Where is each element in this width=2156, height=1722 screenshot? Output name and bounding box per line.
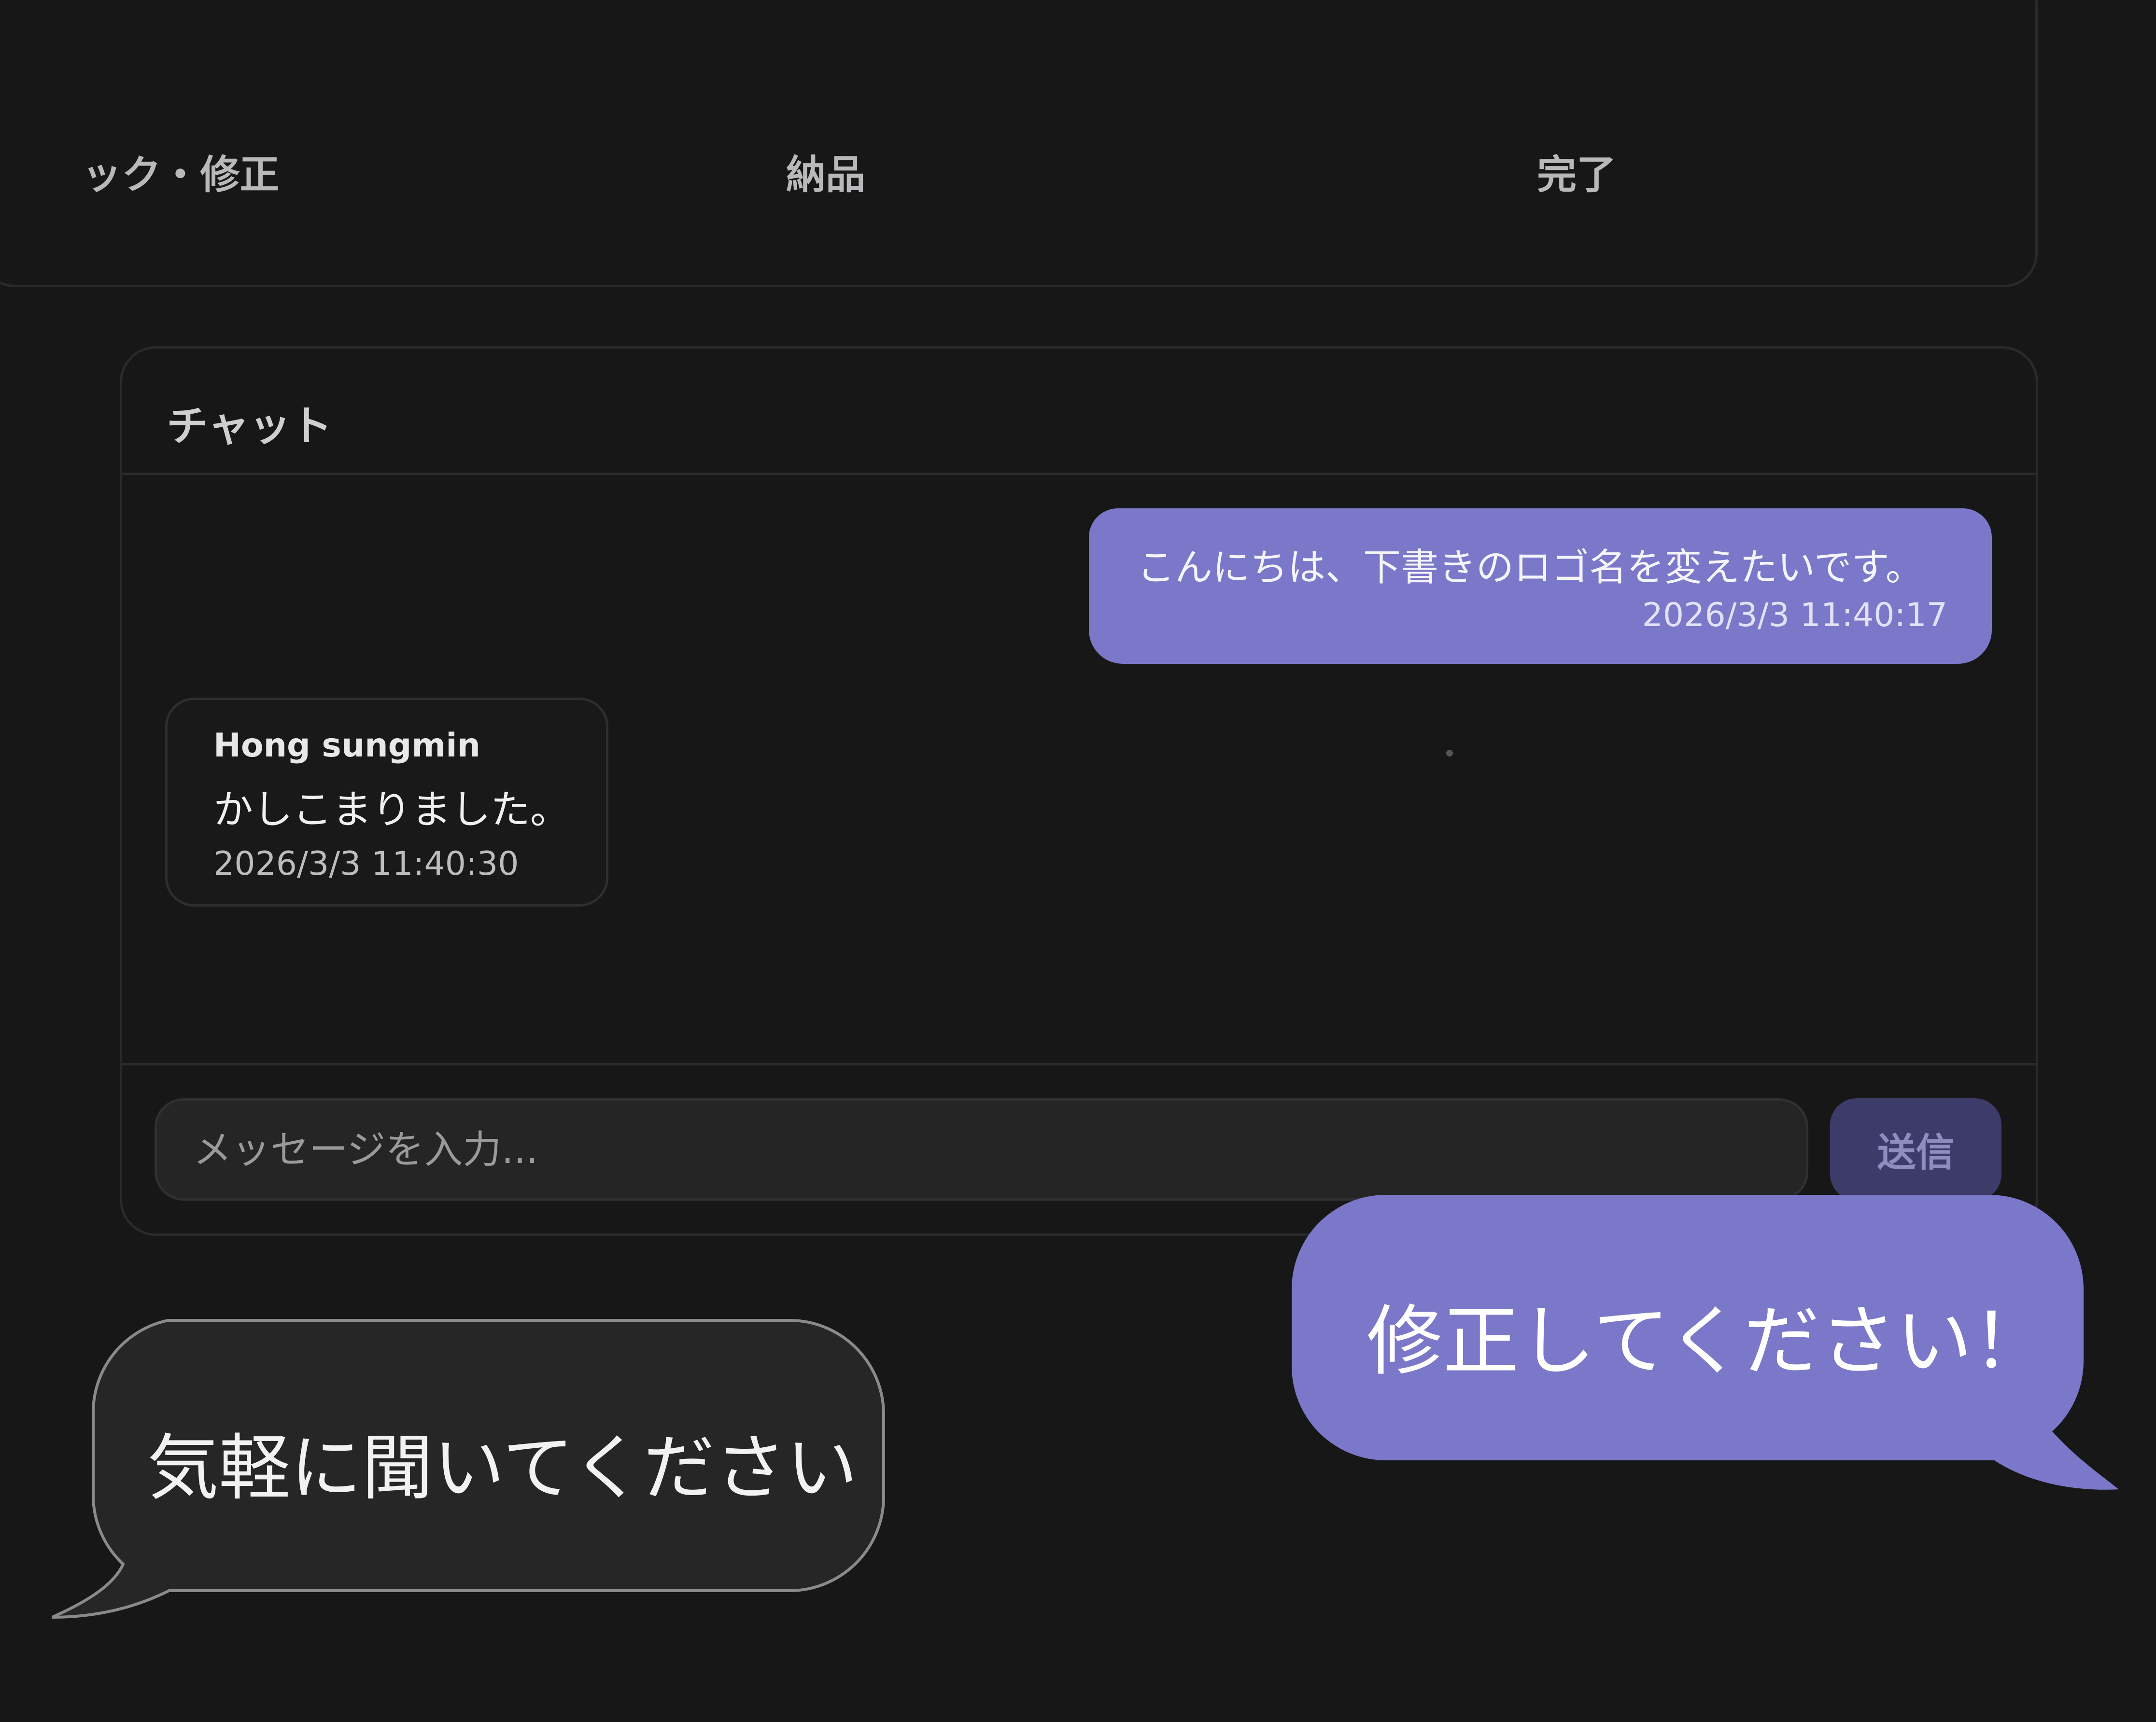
callout-right-text: 修正してください！ xyxy=(1367,1297,2049,1386)
callout-left-text: 気軽に聞いてください xyxy=(147,1427,858,1510)
